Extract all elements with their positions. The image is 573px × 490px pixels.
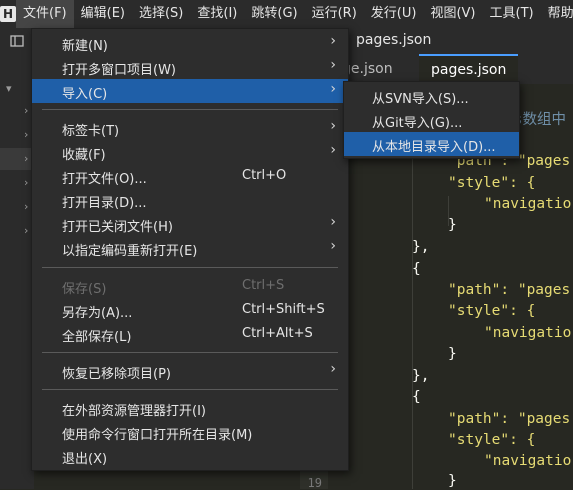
menu-find[interactable]: 查找(I): [190, 0, 244, 28]
menu-file[interactable]: 文件(F): [16, 0, 74, 28]
code-line[interactable]: },: [412, 239, 429, 255]
menu-item-import[interactable]: 导入(C) ›: [32, 79, 348, 103]
code-line[interactable]: "path": "pages: [448, 411, 570, 427]
menu-item-label: 以指定编码重新打开(E): [62, 244, 198, 259]
code-line[interactable]: },: [412, 368, 429, 384]
code-line[interactable]: }: [448, 473, 457, 489]
menu-item-label: 使用命令行窗口打开所在目录(M): [62, 428, 253, 443]
menu-item-label: 从本地目录导入(D)...: [372, 140, 496, 155]
menu-item-favorites[interactable]: 收藏(F) ›: [32, 140, 348, 164]
menu-item-label: 新建(N): [62, 39, 108, 54]
menu-select[interactable]: 选择(S): [132, 0, 190, 28]
import-submenu: 从SVN导入(S)... 从Git导入(G)... 从本地目录导入(D)...: [343, 81, 520, 159]
window-title: pages.json: [356, 32, 432, 48]
chevron-right-icon: ›: [330, 118, 336, 134]
selected-tree-row[interactable]: [0, 148, 34, 170]
project-sidebar: ▾ › › › › › ›: [0, 54, 34, 489]
menu-separator: [42, 109, 338, 110]
menu-item-label: 打开多窗口项目(W): [62, 63, 176, 78]
chevron-right-icon[interactable]: ›: [24, 176, 28, 189]
menu-item-label: 从SVN导入(S)...: [372, 92, 469, 107]
menu-tools[interactable]: 工具(T): [483, 0, 541, 28]
code-line[interactable]: "style": {: [448, 175, 535, 191]
menu-item-open-closed-file[interactable]: 打开已关闭文件(H) ›: [32, 212, 348, 236]
chevron-down-icon[interactable]: ▾: [6, 82, 12, 95]
code-line[interactable]: }: [448, 346, 457, 362]
menu-item-shortcut: Ctrl+O: [242, 168, 287, 183]
menu-view[interactable]: 视图(V): [423, 0, 482, 28]
chevron-right-icon: ›: [330, 142, 336, 158]
file-menu-dropdown: 新建(N) › 打开多窗口项目(W) › 导入(C) › 标签卡(T) › 收藏…: [31, 28, 349, 471]
menu-item-exit[interactable]: 退出(X): [32, 444, 348, 468]
line-number: 19: [307, 476, 322, 490]
menu-item-open-multi-window[interactable]: 打开多窗口项目(W) ›: [32, 55, 348, 79]
menu-item-label: 另存为(A)...: [62, 306, 133, 321]
app-logo-icon[interactable]: H: [0, 0, 16, 28]
menu-item-label: 打开目录(D)...: [62, 196, 147, 211]
chevron-right-icon: ›: [330, 361, 336, 377]
chevron-right-icon: ›: [330, 57, 336, 73]
code-line[interactable]: {: [412, 261, 421, 277]
menu-separator: [42, 267, 338, 268]
indent-guide: [412, 150, 413, 489]
menu-goto[interactable]: 跳转(G): [244, 0, 304, 28]
menu-item-label: 全部保存(L): [62, 330, 132, 345]
menu-item-label: 打开文件(O)...: [62, 172, 147, 187]
chevron-right-icon[interactable]: ›: [24, 128, 28, 141]
menu-item-import-local[interactable]: 从本地目录导入(D)...: [344, 132, 519, 156]
code-line[interactable]: "navigatio: [484, 453, 571, 469]
menu-separator: [42, 352, 338, 353]
menu-item-tabs[interactable]: 标签卡(T) ›: [32, 116, 348, 140]
code-line[interactable]: "navigatio: [484, 325, 571, 341]
chevron-right-icon[interactable]: ›: [24, 200, 28, 213]
menu-separator: [42, 389, 338, 390]
menu-item-label: 导入(C): [62, 87, 108, 102]
chevron-right-icon: ›: [330, 33, 336, 49]
menu-edit[interactable]: 编辑(E): [74, 0, 132, 28]
menu-item-save-all[interactable]: 全部保存(L) Ctrl+Alt+S: [32, 322, 348, 346]
chevron-right-icon: ›: [330, 214, 336, 230]
menu-item-label: 退出(X): [62, 452, 108, 467]
menu-item-label: 从Git导入(G)...: [372, 116, 463, 131]
menu-item-reopen-encoding[interactable]: 以指定编码重新打开(E) ›: [32, 236, 348, 260]
menu-item-restore-removed[interactable]: 恢复已移除项目(P) ›: [32, 359, 348, 383]
code-line[interactable]: }: [448, 217, 457, 233]
menu-run[interactable]: 运行(R): [305, 0, 364, 28]
tab-pages-json[interactable]: pages.json: [419, 54, 519, 84]
menu-item-save-as[interactable]: 另存为(A)... Ctrl+Shift+S: [32, 298, 348, 322]
menu-publish[interactable]: 发行(U): [364, 0, 424, 28]
chevron-right-icon[interactable]: ›: [24, 104, 28, 117]
code-line[interactable]: "path": "pages: [448, 282, 570, 298]
menu-item-open-in-explorer[interactable]: 在外部资源管理器打开(I): [32, 396, 348, 420]
menu-item-label: 保存(S): [62, 282, 107, 297]
menu-item-open-file[interactable]: 打开文件(O)... Ctrl+O: [32, 164, 348, 188]
chevron-right-icon[interactable]: ›: [24, 152, 28, 165]
menu-item-import-svn[interactable]: 从SVN导入(S)...: [344, 84, 519, 108]
code-line[interactable]: "style": {: [448, 432, 535, 448]
menu-help[interactable]: 帮助(Y): [541, 0, 573, 28]
menu-item-label: 在外部资源管理器打开(I): [62, 404, 206, 419]
split-icon[interactable]: [10, 34, 24, 48]
menu-item-label: 标签卡(T): [62, 124, 120, 139]
menu-item-save[interactable]: 保存(S) Ctrl+S: [32, 274, 348, 298]
menu-item-import-git[interactable]: 从Git导入(G)...: [344, 108, 519, 132]
menu-item-label: 收藏(F): [62, 148, 106, 163]
menu-item-shortcut: Ctrl+Shift+S: [242, 302, 325, 317]
menu-item-label: 恢复已移除项目(P): [62, 367, 171, 382]
menu-item-open-directory[interactable]: 打开目录(D)...: [32, 188, 348, 212]
code-line[interactable]: "navigatio: [484, 196, 571, 212]
menu-item-new[interactable]: 新建(N) ›: [32, 31, 348, 55]
chevron-right-icon: ›: [330, 238, 336, 254]
menu-item-shortcut: Ctrl+S: [242, 278, 285, 293]
menu-item-label: 打开已关闭文件(H): [62, 220, 173, 235]
menubar: H 文件(F) 编辑(E) 选择(S) 查找(I) 跳转(G) 运行(R) 发行…: [0, 0, 573, 28]
chevron-right-icon[interactable]: ›: [24, 224, 28, 237]
code-line[interactable]: "style": {: [448, 303, 535, 319]
menu-item-open-terminal[interactable]: 使用命令行窗口打开所在目录(M): [32, 420, 348, 444]
chevron-right-icon: ›: [330, 81, 336, 97]
menu-item-shortcut: Ctrl+Alt+S: [242, 326, 313, 341]
code-line[interactable]: {: [412, 389, 421, 405]
